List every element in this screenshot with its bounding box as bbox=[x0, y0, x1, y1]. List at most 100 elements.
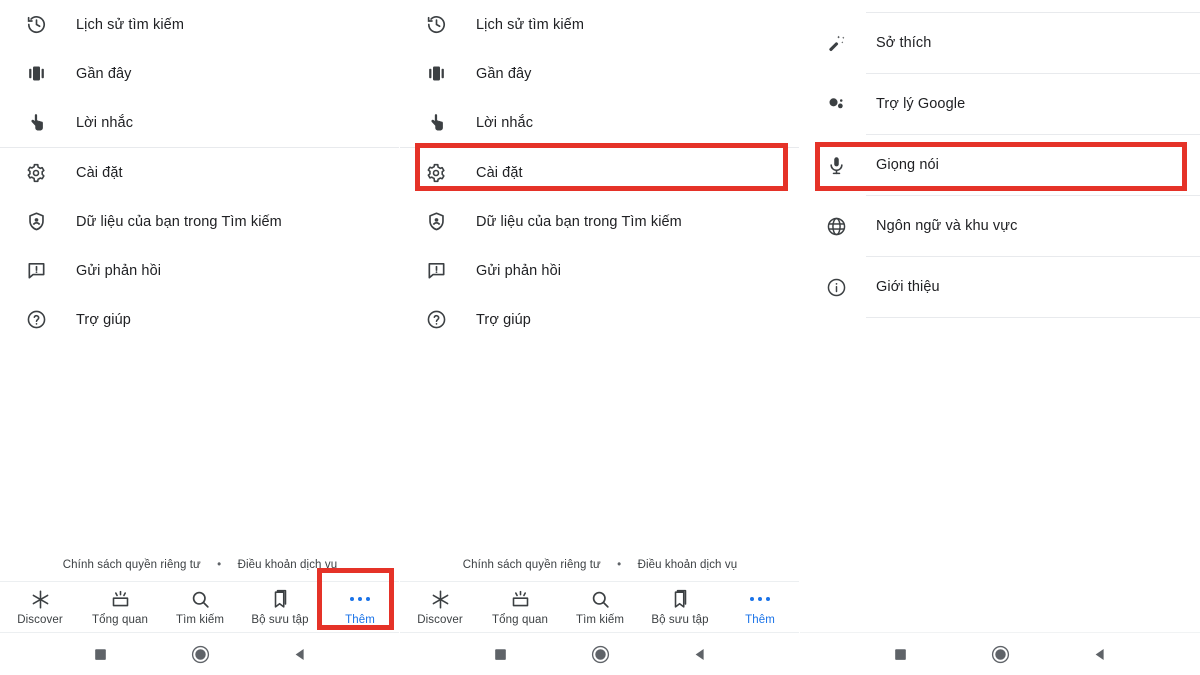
globe-icon bbox=[824, 214, 848, 238]
screen-google-settings-voice-highlighted: Sở thích Trợ lý Google Giọng nói Ngôn ng… bbox=[800, 0, 1200, 675]
menu-item-help[interactable]: Trợ giúp bbox=[0, 295, 400, 344]
menu-item-your-data-in-search[interactable]: Dữ liệu của bạn trong Tìm kiếm bbox=[400, 197, 800, 246]
settings-item-voice[interactable]: Giọng nói bbox=[800, 135, 1200, 195]
menu-item-reminders[interactable]: Lời nhắc bbox=[400, 98, 800, 147]
privacy-policy-link[interactable]: Chính sách quyền riêng tư bbox=[463, 559, 601, 571]
menu-item-label: Gần đây bbox=[476, 65, 532, 82]
footer-separator-dot: • bbox=[617, 559, 622, 571]
menu-item-recent[interactable]: Gần đây bbox=[0, 49, 400, 98]
bottom-tab-bar: Discover Tổng quan Tìm kiếm Bộ sưu tập T… bbox=[0, 582, 400, 632]
three-screenshot-sequence: Lịch sử tìm kiếm Gần đây Lời nhắc Cài đặ… bbox=[0, 0, 1200, 675]
tab-search[interactable]: Tìm kiếm bbox=[160, 582, 240, 632]
tab-label: Tìm kiếm bbox=[175, 613, 225, 626]
feedback-icon bbox=[424, 259, 448, 283]
menu-item-label: Lịch sử tìm kiếm bbox=[476, 16, 584, 33]
tab-label: Discover bbox=[417, 613, 463, 626]
menu-item-your-data-in-search[interactable]: Dữ liệu của bạn trong Tìm kiếm bbox=[0, 197, 400, 246]
home-circle-icon[interactable] bbox=[950, 645, 1050, 664]
menu-item-settings[interactable]: Cài đặt bbox=[0, 148, 400, 197]
feedback-icon bbox=[24, 259, 48, 283]
more-dots-icon bbox=[749, 589, 771, 610]
menu-item-label: Lời nhắc bbox=[476, 114, 534, 131]
tab-label: Thêm bbox=[745, 613, 775, 626]
back-triangle-icon[interactable] bbox=[1050, 647, 1150, 662]
tab-snapshot[interactable]: Tổng quan bbox=[80, 582, 160, 632]
settings-divider bbox=[866, 317, 1200, 318]
tab-discover[interactable]: Discover bbox=[400, 582, 480, 632]
terms-of-service-link[interactable]: Điều khoản dịch vụ bbox=[238, 559, 338, 571]
terms-of-service-link[interactable]: Điều khoản dịch vụ bbox=[638, 559, 738, 571]
screen-google-more-menu-settings-highlighted: Lịch sử tìm kiếm Gần đây Lời nhắc Cài đặ… bbox=[400, 0, 800, 675]
menu-list: Lịch sử tìm kiếm Gần đây Lời nhắc Cài đặ… bbox=[400, 0, 800, 344]
tab-collections[interactable]: Bộ sưu tập bbox=[640, 582, 720, 632]
back-triangle-icon[interactable] bbox=[650, 647, 750, 662]
help-circle-icon bbox=[24, 308, 48, 332]
tab-label: Tìm kiếm bbox=[575, 613, 625, 626]
google-assistant-icon bbox=[824, 92, 848, 116]
menu-list: Lịch sử tìm kiếm Gần đây Lời nhắc Cài đặ… bbox=[0, 0, 400, 344]
screen-google-more-menu: Lịch sử tìm kiếm Gần đây Lời nhắc Cài đặ… bbox=[0, 0, 400, 675]
tab-snapshot[interactable]: Tổng quan bbox=[480, 582, 560, 632]
bookmark-icon bbox=[270, 589, 291, 610]
settings-item-label: Giọng nói bbox=[876, 157, 939, 173]
info-circle-icon bbox=[824, 275, 848, 299]
privacy-policy-link[interactable]: Chính sách quyền riêng tư bbox=[63, 559, 201, 571]
settings-item-about[interactable]: Giới thiệu bbox=[800, 257, 1200, 317]
snapshot-icon bbox=[510, 589, 531, 610]
snapshot-icon bbox=[110, 589, 131, 610]
settings-item-google-assistant[interactable]: Trợ lý Google bbox=[800, 74, 1200, 134]
menu-item-label: Dữ liệu của bạn trong Tìm kiếm bbox=[476, 213, 682, 230]
home-circle-icon[interactable] bbox=[550, 645, 650, 664]
history-clock-icon bbox=[24, 13, 48, 37]
back-triangle-icon[interactable] bbox=[250, 647, 350, 662]
menu-item-search-history[interactable]: Lịch sử tìm kiếm bbox=[0, 0, 400, 49]
menu-item-send-feedback[interactable]: Gửi phản hồi bbox=[400, 246, 800, 295]
tab-search[interactable]: Tìm kiếm bbox=[560, 582, 640, 632]
microphone-icon bbox=[824, 153, 848, 177]
menu-item-reminders[interactable]: Lời nhắc bbox=[0, 98, 400, 147]
android-system-nav bbox=[800, 633, 1200, 675]
tab-label: Bộ sưu tập bbox=[251, 613, 309, 626]
bookmark-icon bbox=[670, 589, 691, 610]
settings-item-label: Giới thiệu bbox=[876, 279, 940, 295]
recent-cards-icon bbox=[24, 62, 48, 86]
settings-list: Sở thích Trợ lý Google Giọng nói Ngôn ng… bbox=[800, 0, 1200, 318]
settings-item-interests[interactable]: Sở thích bbox=[800, 13, 1200, 73]
menu-item-settings[interactable]: Cài đặt bbox=[400, 148, 800, 197]
menu-item-help[interactable]: Trợ giúp bbox=[400, 295, 800, 344]
settings-item-label: Sở thích bbox=[876, 35, 932, 51]
menu-item-recent[interactable]: Gần đây bbox=[400, 49, 800, 98]
android-system-nav bbox=[400, 633, 800, 675]
history-clock-icon bbox=[424, 13, 448, 37]
menu-item-search-history[interactable]: Lịch sử tìm kiếm bbox=[400, 0, 800, 49]
footer-links: Chính sách quyền riêng tư • Điều khoản d… bbox=[0, 559, 400, 571]
recents-square-icon[interactable] bbox=[50, 647, 150, 662]
bottom-tab-bar: Discover Tổng quan Tìm kiếm Bộ sưu tập T… bbox=[400, 582, 800, 632]
menu-item-label: Lịch sử tìm kiếm bbox=[76, 16, 184, 33]
tab-label: Thêm bbox=[345, 613, 375, 626]
recent-cards-icon bbox=[424, 62, 448, 86]
footer-links: Chính sách quyền riêng tư • Điều khoản d… bbox=[400, 559, 800, 571]
shield-person-icon bbox=[424, 210, 448, 234]
menu-item-send-feedback[interactable]: Gửi phản hồi bbox=[0, 246, 400, 295]
tab-collections[interactable]: Bộ sưu tập bbox=[240, 582, 320, 632]
tab-more[interactable]: Thêm bbox=[320, 582, 400, 632]
tab-label: Tổng quan bbox=[92, 613, 148, 626]
tab-discover[interactable]: Discover bbox=[0, 582, 80, 632]
search-icon bbox=[190, 589, 211, 610]
asterisk-icon bbox=[30, 589, 51, 610]
recents-square-icon[interactable] bbox=[850, 647, 950, 662]
tab-more[interactable]: Thêm bbox=[720, 582, 800, 632]
settings-item-languages-regions[interactable]: Ngôn ngữ và khu vực bbox=[800, 196, 1200, 256]
tab-label: Tổng quan bbox=[492, 613, 548, 626]
settings-item-label: Trợ lý Google bbox=[876, 96, 966, 112]
reminder-hand-icon bbox=[424, 111, 448, 135]
menu-item-label: Cài đặt bbox=[476, 164, 523, 181]
magic-wand-icon bbox=[824, 31, 848, 55]
recents-square-icon[interactable] bbox=[450, 647, 550, 662]
home-circle-icon[interactable] bbox=[150, 645, 250, 664]
menu-item-label: Gửi phản hồi bbox=[476, 262, 562, 279]
settings-item-label: Ngôn ngữ và khu vực bbox=[876, 218, 1018, 234]
gear-icon bbox=[24, 161, 48, 185]
menu-item-label: Gần đây bbox=[76, 65, 132, 82]
